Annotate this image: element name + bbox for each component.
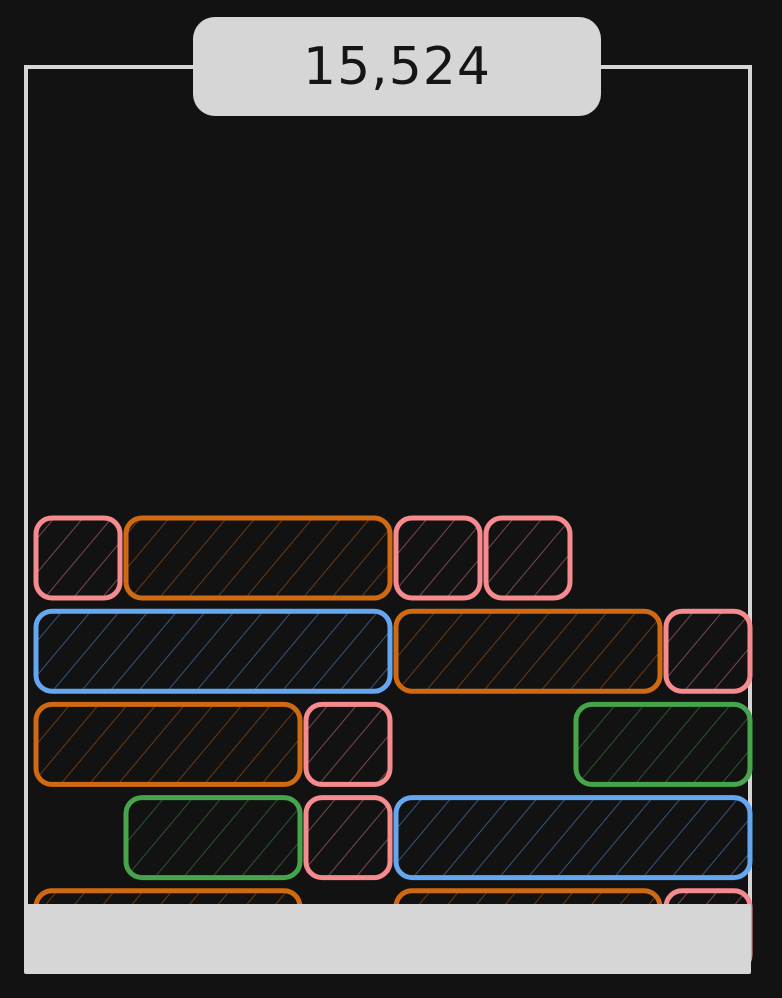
block-green-row3-col1[interactable] xyxy=(123,795,303,881)
block-pink-row0-col5[interactable] xyxy=(483,515,573,601)
block-pink-row0-col0[interactable] xyxy=(33,515,123,601)
block-pink-row3-col3[interactable] xyxy=(303,795,393,881)
block-orange-row1-col4[interactable] xyxy=(393,608,663,694)
block-blue-row1-col0[interactable] xyxy=(33,608,393,694)
block-blue-row3-col4[interactable] xyxy=(393,795,753,881)
block-pink-row1-col7[interactable] xyxy=(663,608,753,694)
block-pink-row0-col4[interactable] xyxy=(393,515,483,601)
block-orange-row0-col1[interactable] xyxy=(123,515,393,601)
block-green-row2-col6[interactable] xyxy=(573,701,753,787)
block-orange-row2-col0[interactable] xyxy=(33,701,303,787)
block-layer xyxy=(33,515,753,974)
score-value: 15,524 xyxy=(303,36,491,97)
block-pink-row2-col3[interactable] xyxy=(303,701,393,787)
score-display: 15,524 xyxy=(193,17,601,116)
piece-tray xyxy=(24,904,751,974)
